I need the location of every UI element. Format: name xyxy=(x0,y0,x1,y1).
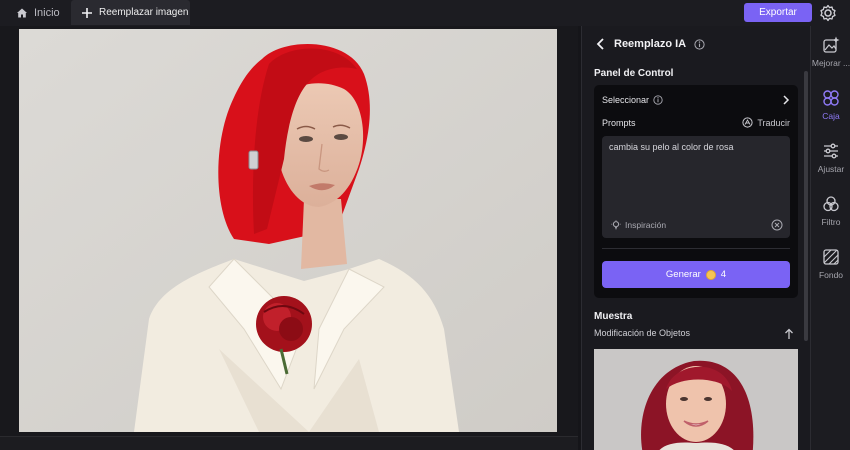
home-button[interactable]: Inicio xyxy=(6,0,70,26)
sliders-icon xyxy=(824,143,838,159)
home-label: Inicio xyxy=(34,7,60,19)
prompts-row: Prompts Traducir xyxy=(602,117,790,128)
sidebar-item-box[interactable]: Caja xyxy=(811,89,850,121)
arrow-up-icon[interactable] xyxy=(784,328,794,340)
back-arrow-icon[interactable] xyxy=(596,38,606,50)
translate-button[interactable]: Traducir xyxy=(742,117,790,128)
prompt-text[interactable]: cambia su pelo al color de rosa xyxy=(609,142,734,152)
prompts-label: Prompts xyxy=(602,117,636,128)
chevron-right-icon xyxy=(783,95,790,105)
sample-subtitle: Modificación de Objetos xyxy=(594,328,691,338)
lightbulb-icon xyxy=(611,220,621,230)
background-icon xyxy=(823,249,839,265)
filter-icon xyxy=(823,196,839,212)
inspiration-button[interactable]: Inspiración xyxy=(611,220,666,230)
sidebar-item-enhance[interactable]: Mejorar ... xyxy=(811,36,850,68)
panel-header: Reemplazo IA xyxy=(596,38,705,50)
generate-button[interactable]: Generar 4 xyxy=(602,261,790,288)
sidebar-item-label: Fondo xyxy=(818,270,844,280)
enhance-icon xyxy=(823,36,840,53)
sidebar-item-background[interactable]: Fondo xyxy=(811,248,850,280)
sidebar-item-label: Ajustar xyxy=(817,164,845,174)
horizontal-scrollbar[interactable] xyxy=(0,436,578,450)
edited-photo[interactable] xyxy=(19,29,557,432)
sidebar-item-label: Filtro xyxy=(821,217,841,227)
control-panel-title: Panel de Control xyxy=(594,68,674,79)
prompt-input[interactable]: cambia su pelo al color de rosa Inspirac… xyxy=(602,136,790,238)
sidebar-item-label: Mejorar ... xyxy=(811,58,850,68)
info-icon[interactable] xyxy=(653,95,663,105)
export-button[interactable]: Exportar xyxy=(744,3,812,22)
translate-label: Traducir xyxy=(757,117,790,128)
gear-icon[interactable] xyxy=(818,3,838,23)
panel-title: Reemplazo IA xyxy=(614,38,687,50)
top-bar: Inicio Reemplazar imagen Exportar xyxy=(0,0,850,26)
divider xyxy=(602,248,790,249)
credit-coin-icon xyxy=(705,269,716,280)
sample-title: Muestra xyxy=(594,311,633,322)
info-icon[interactable] xyxy=(694,38,705,50)
sidebar-item-filter[interactable]: Filtro xyxy=(811,195,850,227)
control-panel: Seleccionar Prompts Traducir cambia su p… xyxy=(594,85,798,298)
tab-replace-image[interactable]: Reemplazar imagen xyxy=(71,0,190,25)
sample-image[interactable] xyxy=(594,349,798,450)
generate-label: Generar xyxy=(665,269,701,280)
inspiration-label: Inspiración xyxy=(625,220,667,230)
sidebar-item-adjust[interactable]: Ajustar xyxy=(811,142,850,174)
sidebar-item-label: Caja xyxy=(822,111,840,121)
select-row[interactable]: Seleccionar xyxy=(602,95,790,105)
circles-icon xyxy=(823,90,839,106)
home-icon xyxy=(17,8,27,18)
panel-scrollbar[interactable] xyxy=(804,71,808,341)
select-label: Seleccionar xyxy=(602,95,650,105)
clear-icon[interactable] xyxy=(771,219,783,231)
image-canvas[interactable] xyxy=(0,26,578,450)
plus-icon xyxy=(82,7,92,18)
translate-icon xyxy=(742,117,753,128)
tool-sidebar: Mejorar ... Caja Ajustar Filtro Fondo xyxy=(810,26,850,450)
generate-cost: 4 xyxy=(720,269,727,280)
ai-replace-panel: Reemplazo IA Panel de Control Selecciona… xyxy=(581,26,810,450)
tab-label: Reemplazar imagen xyxy=(99,7,189,18)
